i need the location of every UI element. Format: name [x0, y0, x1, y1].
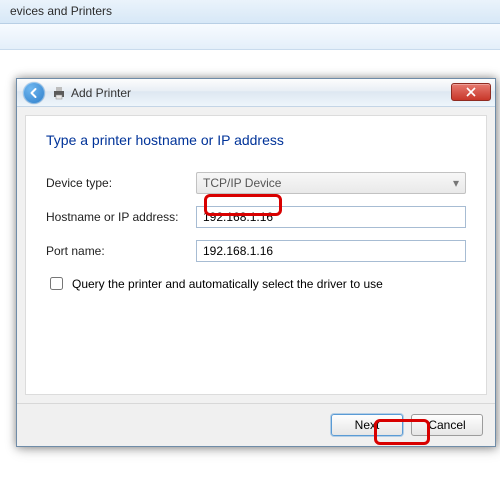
parent-toolbar [0, 24, 500, 50]
device-type-row: Device type: TCP/IP Device ▾ [46, 172, 466, 194]
query-checkbox[interactable] [50, 277, 63, 290]
hostname-input[interactable] [196, 206, 466, 228]
parent-window-title: evices and Printers [0, 0, 500, 24]
parent-title-text: evices and Printers [10, 4, 112, 18]
add-printer-dialog: Add Printer Type a printer hostname or I… [16, 78, 496, 447]
dialog-titlebar: Add Printer [17, 79, 495, 107]
close-icon [466, 87, 476, 97]
dialog-button-bar: Next Cancel [17, 403, 495, 446]
port-row: Port name: [46, 240, 466, 262]
next-button[interactable]: Next [331, 414, 403, 436]
dialog-title: Add Printer [71, 86, 131, 100]
printer-icon [51, 85, 67, 101]
cancel-button[interactable]: Cancel [411, 414, 483, 436]
dialog-content: Type a printer hostname or IP address De… [25, 115, 487, 395]
query-checkbox-row: Query the printer and automatically sele… [46, 274, 466, 293]
port-label: Port name: [46, 244, 196, 258]
device-type-value: TCP/IP Device [203, 176, 281, 190]
chevron-down-icon: ▾ [453, 176, 459, 190]
arrow-left-icon [28, 87, 40, 99]
device-type-select[interactable]: TCP/IP Device ▾ [196, 172, 466, 194]
back-button[interactable] [23, 82, 45, 104]
hostname-row: Hostname or IP address: [46, 206, 466, 228]
page-heading: Type a printer hostname or IP address [46, 132, 466, 148]
close-button[interactable] [451, 83, 491, 101]
hostname-label: Hostname or IP address: [46, 210, 196, 224]
device-type-label: Device type: [46, 176, 196, 190]
port-input[interactable] [196, 240, 466, 262]
query-checkbox-label: Query the printer and automatically sele… [72, 277, 383, 291]
